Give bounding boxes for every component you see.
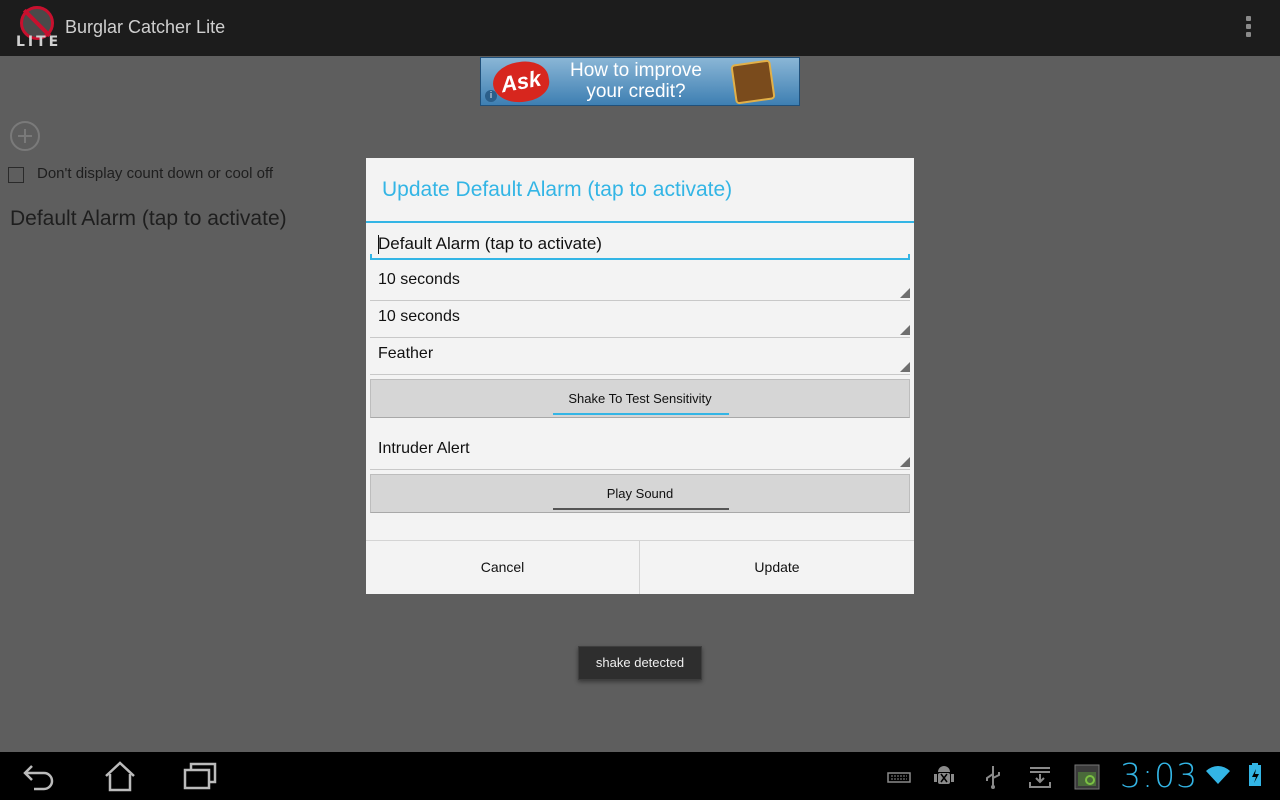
- toast-message: shake detected: [578, 646, 702, 680]
- cooloff-spinner[interactable]: 10 seconds: [370, 302, 910, 338]
- play-sound-label: Play Sound: [606, 486, 674, 501]
- ad-banner[interactable]: Ask How to improve your credit? i: [480, 57, 800, 106]
- back-icon[interactable]: [20, 760, 60, 792]
- ad-text: How to improve your credit?: [570, 60, 702, 102]
- countdown-spinner[interactable]: 10 seconds: [370, 265, 910, 301]
- sensitivity-spinner-value: Feather: [378, 345, 434, 362]
- overflow-menu-icon[interactable]: [1240, 14, 1256, 42]
- add-alarm-button[interactable]: [10, 121, 40, 151]
- app-logo-icon[interactable]: LITE: [14, 4, 62, 52]
- action-bar: LITE Burglar Catcher Lite: [0, 0, 1280, 56]
- app-title: Burglar Catcher Lite: [65, 17, 226, 37]
- shake-test-button[interactable]: Shake To Test Sensitivity: [370, 379, 910, 418]
- dropdown-arrow-icon: [900, 325, 910, 335]
- system-nav-bar: 3:03: [0, 752, 1280, 800]
- keyboard-icon: [887, 772, 911, 783]
- alarm-name-input[interactable]: Default Alarm (tap to activate): [370, 228, 910, 260]
- download-icon: [1029, 767, 1051, 788]
- update-alarm-dialog: Update Default Alarm (tap to activate) D…: [366, 158, 914, 594]
- battery-icon: [1249, 763, 1261, 786]
- ask-logo: Ask: [489, 58, 553, 105]
- play-sound-button[interactable]: Play Sound: [370, 474, 910, 513]
- countdown-spinner-value: 10 seconds: [378, 271, 460, 288]
- screenshot-icon: [1074, 764, 1100, 790]
- sound-spinner[interactable]: Intruder Alert: [370, 434, 910, 470]
- alarm-name-value: Default Alarm (tap to activate): [378, 234, 602, 253]
- home-icon[interactable]: [100, 760, 140, 792]
- dialog-title: Update Default Alarm (tap to activate): [382, 178, 733, 201]
- dialog-title-divider: [366, 221, 914, 223]
- alarm-list-item[interactable]: Default Alarm (tap to activate): [10, 207, 287, 231]
- wallet-icon: [730, 59, 776, 105]
- info-icon[interactable]: i: [485, 90, 497, 102]
- android-debug-icon: [934, 766, 954, 784]
- cancel-button[interactable]: Cancel: [366, 541, 640, 594]
- usb-icon: [986, 766, 1000, 789]
- dialog-button-bar: Cancel Update: [366, 540, 914, 594]
- dropdown-arrow-icon: [900, 288, 910, 298]
- shake-test-label: Shake To Test Sensitivity: [568, 391, 712, 406]
- sensitivity-spinner[interactable]: Feather: [370, 339, 910, 375]
- cooloff-spinner-value: 10 seconds: [378, 308, 460, 325]
- no-countdown-label: Don't display count down or cool off: [37, 165, 274, 182]
- dropdown-arrow-icon: [900, 457, 910, 467]
- update-button[interactable]: Update: [640, 541, 914, 594]
- app-icon-badge: LITE: [16, 34, 62, 50]
- text-cursor: [378, 235, 379, 254]
- no-countdown-checkbox[interactable]: [8, 167, 24, 183]
- dropdown-arrow-icon: [900, 362, 910, 372]
- wifi-icon: [1206, 766, 1230, 784]
- recent-apps-icon[interactable]: [180, 760, 220, 792]
- sound-spinner-value: Intruder Alert: [378, 440, 470, 457]
- clock: 3:03: [1120, 756, 1199, 795]
